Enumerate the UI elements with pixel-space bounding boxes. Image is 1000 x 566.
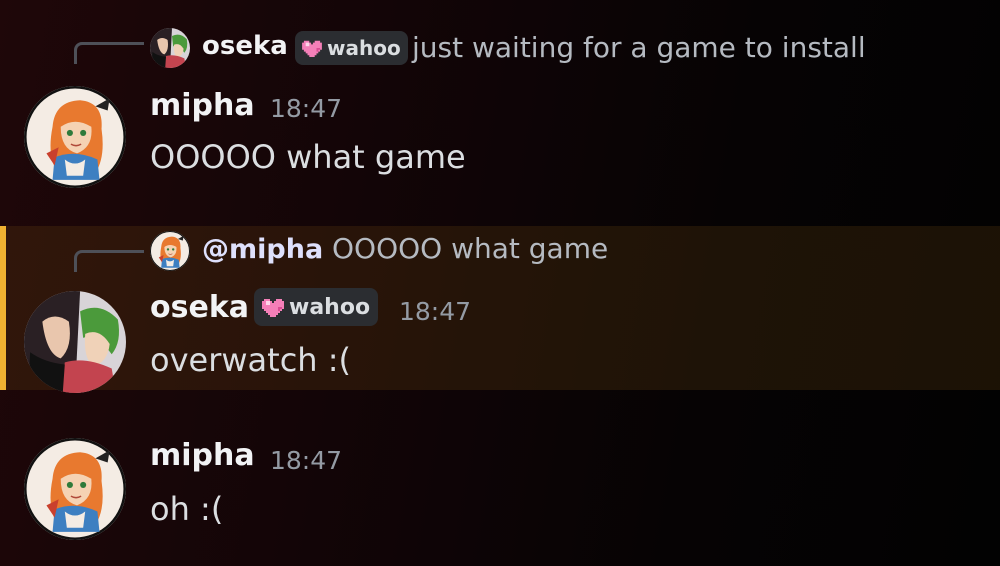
reply-preview-text[interactable]: just waiting for a game to install bbox=[412, 31, 866, 64]
message-timestamp[interactable]: 18:47 bbox=[399, 297, 471, 326]
author-name[interactable]: mipha bbox=[150, 88, 255, 123]
message-timestamp[interactable]: 18:47 bbox=[270, 94, 342, 123]
reply-avatar-oseka[interactable] bbox=[150, 28, 190, 68]
pixel-heart-icon bbox=[262, 297, 284, 317]
message-text: oh :( bbox=[150, 490, 224, 528]
message-3[interactable]: mipha 18:47 oh :( bbox=[0, 420, 1000, 566]
avatar-mipha[interactable] bbox=[24, 86, 126, 188]
author-tag-label: wahoo bbox=[289, 294, 371, 320]
reply-mention[interactable]: @mipha bbox=[202, 234, 323, 265]
reply-author[interactable]: oseka bbox=[202, 31, 288, 61]
reply-tag-label: wahoo bbox=[327, 36, 401, 60]
message-text: OOOOO what game bbox=[150, 138, 466, 176]
avatar-mipha[interactable] bbox=[24, 438, 126, 540]
author-name[interactable]: oseka bbox=[150, 290, 249, 325]
reply-preview-text[interactable]: OOOOO what game bbox=[332, 232, 608, 265]
reply-connector bbox=[74, 250, 144, 272]
message-2-highlighted[interactable]: @mipha OOOOO what game oseka wahoo 18:47… bbox=[0, 226, 1000, 390]
reply-connector bbox=[74, 42, 144, 64]
message-timestamp[interactable]: 18:47 bbox=[270, 446, 342, 475]
message-text: overwatch :( bbox=[150, 341, 351, 379]
reply-author-tag: wahoo bbox=[295, 31, 408, 65]
pixel-heart-icon bbox=[302, 39, 322, 57]
reply-avatar-mipha[interactable] bbox=[150, 231, 190, 271]
message-1[interactable]: oseka wahoo just waiting for a game to i… bbox=[0, 0, 1000, 215]
author-name[interactable]: mipha bbox=[150, 438, 255, 473]
author-tag: wahoo bbox=[254, 288, 379, 326]
avatar-oseka[interactable] bbox=[24, 291, 126, 393]
